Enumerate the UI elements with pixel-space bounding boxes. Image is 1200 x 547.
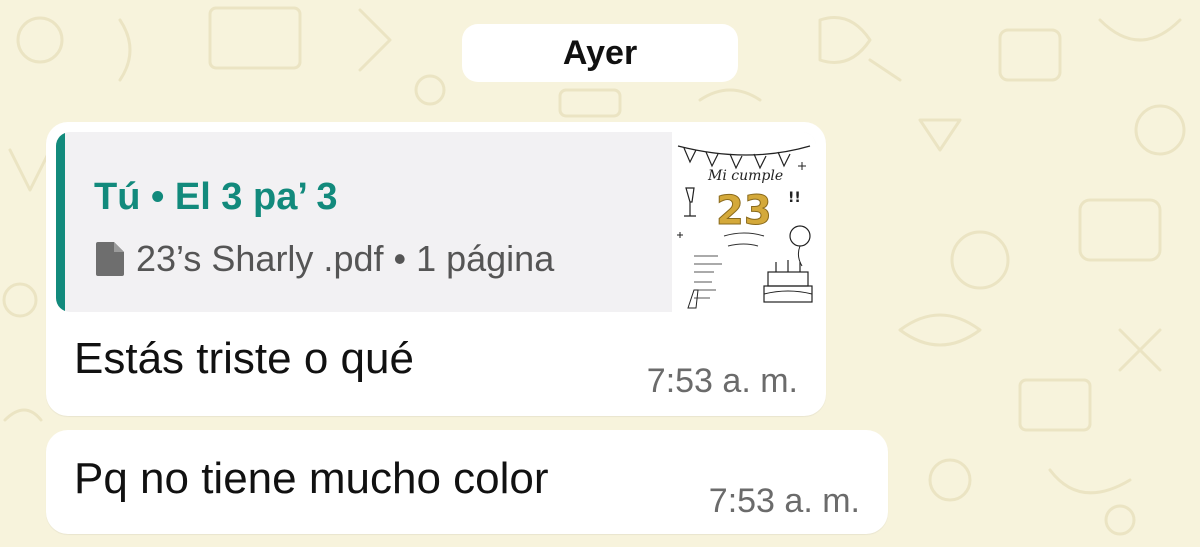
quoted-message[interactable]: Tú • El 3 pa’ 3 23’s Sharly .pdf • 1 pág…	[56, 132, 816, 312]
document-icon	[94, 240, 126, 278]
message-timestamp: 7:53 a. m.	[646, 362, 798, 400]
date-divider: Ayer	[462, 24, 738, 82]
quote-accent-bar	[56, 132, 65, 312]
message-timestamp: 7:53 a. m.	[708, 482, 860, 520]
quote-author: Tú • El 3 pa’ 3	[94, 176, 338, 218]
quoted-file-name: 23’s Sharly .pdf • 1 página	[136, 238, 555, 279]
message-text: Estás triste o qué	[74, 334, 414, 383]
thumbnail-number: 23	[716, 188, 772, 234]
quoted-file-info: 23’s Sharly .pdf • 1 página	[94, 238, 554, 280]
incoming-message-bubble[interactable]: Pq no tiene mucho color 7:53 a. m.	[46, 430, 888, 534]
pdf-thumbnail[interactable]: Mi cumple 23 !!	[672, 132, 816, 312]
incoming-message-bubble[interactable]: Tú • El 3 pa’ 3 23’s Sharly .pdf • 1 pág…	[46, 122, 826, 416]
message-text: Pq no tiene mucho color	[74, 454, 549, 503]
thumbnail-title: Mi cumple	[707, 168, 783, 184]
thumbnail-exclaim: !!	[788, 190, 801, 206]
